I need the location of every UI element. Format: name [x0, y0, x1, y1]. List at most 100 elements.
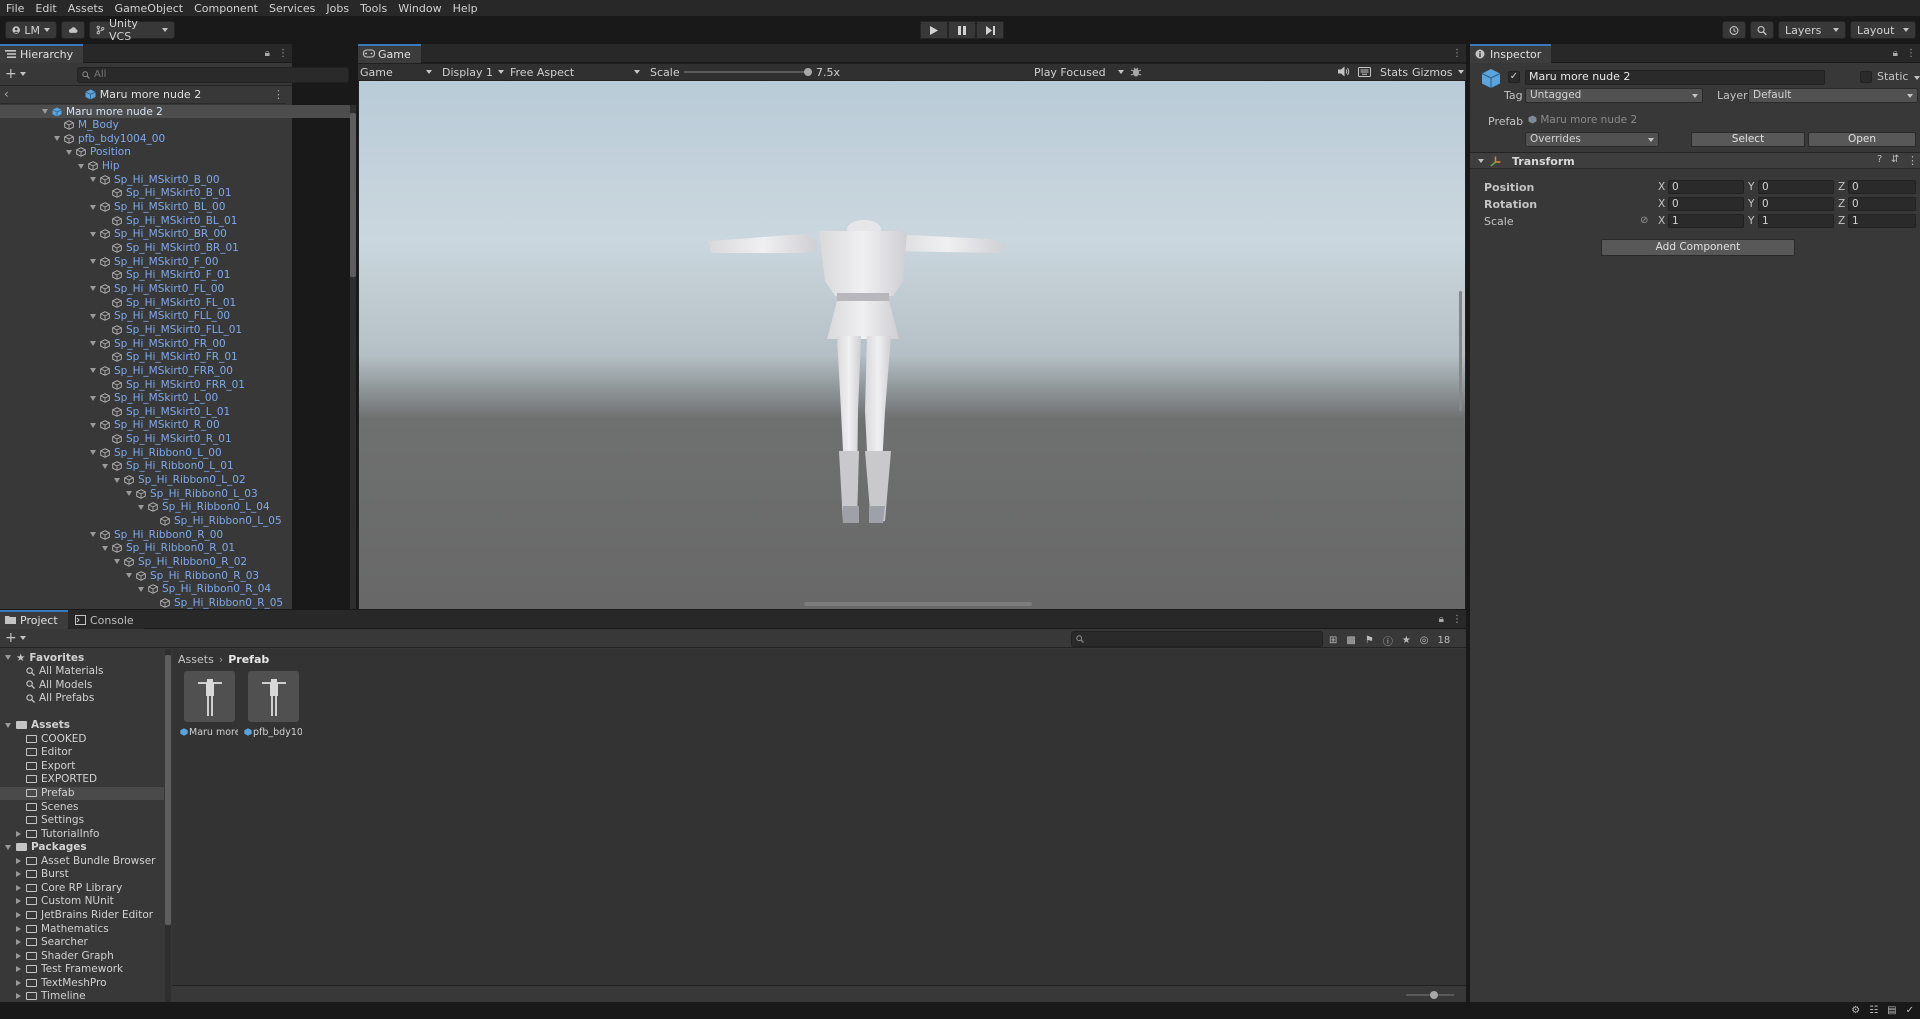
- search-button[interactable]: [1750, 21, 1774, 39]
- checkmark-icon[interactable]: ✓: [1906, 1005, 1914, 1016]
- bug-status-icon[interactable]: ⚙: [1851, 1005, 1860, 1016]
- favorite-star-icon[interactable]: ★: [1402, 635, 1411, 646]
- display-dropdown[interactable]: Display 1: [442, 64, 506, 80]
- thumbnail-size-handle[interactable]: [1430, 991, 1438, 999]
- label-filter-icon[interactable]: ⚑: [1365, 635, 1374, 646]
- network-icon[interactable]: ▤: [1887, 1005, 1896, 1016]
- mute-audio-button[interactable]: [1338, 66, 1350, 77]
- kebab-menu-icon[interactable]: ⋮: [1452, 48, 1462, 59]
- expand-arrow-icon[interactable]: [16, 952, 21, 959]
- project-tree-item[interactable]: All Prefabs: [0, 692, 164, 705]
- stats-button[interactable]: Stats: [1380, 66, 1408, 79]
- hierarchy-scrollbar[interactable]: [350, 105, 356, 609]
- scrollbar-thumb[interactable]: [350, 113, 356, 277]
- fold-arrow-icon[interactable]: [90, 231, 96, 237]
- play-button[interactable]: [920, 21, 948, 39]
- aspect-dropdown[interactable]: Free Aspect: [510, 64, 642, 80]
- fold-arrow-icon[interactable]: [126, 491, 132, 497]
- layout-dropdown[interactable]: Layout: [1850, 21, 1916, 39]
- project-tree-scrollbar[interactable]: [165, 649, 171, 1002]
- asset-item[interactable]: Maru more...: [180, 671, 238, 738]
- project-tree-item[interactable]: Asset Bundle Browser: [0, 854, 164, 867]
- scale-slider[interactable]: [684, 68, 812, 76]
- hierarchy-row[interactable]: Sp_Hi_MSkirt0_FR_01: [102, 351, 238, 364]
- menu-item-services[interactable]: Services: [269, 2, 315, 15]
- hierarchy-row[interactable]: Sp_Hi_Ribbon0_L_04: [138, 501, 270, 514]
- account-dropdown[interactable]: LM: [5, 21, 57, 39]
- hierarchy-row[interactable]: Sp_Hi_Ribbon0_R_00: [90, 528, 223, 541]
- hierarchy-row[interactable]: Sp_Hi_MSkirt0_L_00: [90, 392, 218, 405]
- hierarchy-row[interactable]: Sp_Hi_MSkirt0_R_00: [90, 419, 220, 432]
- project-tree-item[interactable]: All Materials: [0, 665, 164, 678]
- vcs-dropdown[interactable]: Unity VCS: [89, 17, 175, 43]
- expand-arrow-icon[interactable]: [16, 993, 21, 1000]
- breadcrumb-root[interactable]: Assets: [178, 653, 214, 666]
- transform-scale-z-field[interactable]: 1: [1848, 214, 1916, 228]
- viewport-scrollbar-v[interactable]: [1459, 291, 1462, 411]
- transform-rotation-z-field[interactable]: 0: [1848, 197, 1916, 211]
- fold-arrow-icon[interactable]: [90, 177, 96, 183]
- keyboard-button[interactable]: [1358, 67, 1371, 77]
- hierarchy-row[interactable]: Sp_Hi_MSkirt0_FL_01: [102, 296, 236, 309]
- project-tree-item[interactable]: EXPORTED: [0, 773, 164, 786]
- fold-arrow-icon[interactable]: [90, 204, 96, 210]
- fold-arrow-icon[interactable]: [102, 463, 108, 469]
- cloud-button[interactable]: [61, 21, 85, 39]
- project-tree-item[interactable]: COOKED: [0, 732, 164, 745]
- fold-arrow-icon[interactable]: [54, 136, 60, 142]
- hierarchy-row[interactable]: Sp_Hi_MSkirt0_B_01: [102, 187, 232, 200]
- kebab-menu-icon[interactable]: ⋮: [1452, 614, 1462, 625]
- transform-position-y-field[interactable]: 0: [1758, 180, 1834, 194]
- fold-arrow-icon[interactable]: [138, 586, 144, 592]
- hierarchy-row[interactable]: Sp_Hi_Ribbon0_R_04: [138, 583, 271, 596]
- project-tree-item[interactable]: Mathematics: [0, 922, 164, 935]
- tag-dropdown[interactable]: Untagged: [1525, 88, 1703, 103]
- fold-arrow-icon[interactable]: [114, 559, 120, 565]
- menu-item-edit[interactable]: Edit: [35, 2, 56, 15]
- fold-arrow-icon[interactable]: [78, 163, 84, 169]
- fold-arrow-icon[interactable]: [5, 655, 11, 660]
- project-tree-item[interactable]: JetBrains Rider Editor: [0, 908, 164, 921]
- hierarchy-row[interactable]: Sp_Hi_Ribbon0_R_02: [114, 555, 247, 568]
- fold-arrow-icon[interactable]: [90, 532, 96, 538]
- hierarchy-row[interactable]: Sp_Hi_MSkirt0_BR_01: [102, 242, 239, 255]
- project-tree-item[interactable]: Shader Graph: [0, 949, 164, 962]
- hierarchy-row[interactable]: M_Body: [54, 119, 119, 132]
- create-asset-button[interactable]: +: [5, 631, 26, 645]
- project-tree-item[interactable]: Core RP Library: [0, 881, 164, 894]
- hierarchy-row[interactable]: Sp_Hi_Ribbon0_L_03: [126, 487, 258, 500]
- hierarchy-row[interactable]: Sp_Hi_Ribbon0_L_02: [114, 474, 246, 487]
- transform-scale-y-field[interactable]: 1: [1758, 214, 1834, 228]
- transform-position-z-field[interactable]: 0: [1848, 180, 1916, 194]
- menu-item-assets[interactable]: Assets: [68, 2, 104, 15]
- expand-arrow-icon[interactable]: [16, 898, 21, 905]
- project-tree-item[interactable]: Scenes: [0, 800, 164, 813]
- scrollbar-thumb[interactable]: [165, 655, 171, 925]
- object-name-field[interactable]: Maru more nude 2: [1525, 70, 1825, 85]
- undo-history-button[interactable]: [1722, 21, 1746, 39]
- hierarchy-row[interactable]: Sp_Hi_MSkirt0_F_00: [90, 255, 218, 268]
- fold-arrow-icon[interactable]: [66, 149, 72, 155]
- menu-item-help[interactable]: Help: [453, 2, 478, 15]
- hierarchy-row[interactable]: Sp_Hi_MSkirt0_FLL_00: [90, 310, 230, 323]
- hierarchy-row[interactable]: Sp_Hi_MSkirt0_R_01: [102, 433, 232, 446]
- fold-arrow-icon[interactable]: [42, 109, 48, 114]
- tab-project[interactable]: Project: [0, 610, 68, 629]
- hierarchy-row[interactable]: Sp_Hi_MSkirt0_BL_00: [90, 201, 225, 214]
- expand-arrow-icon[interactable]: [16, 830, 21, 837]
- project-tree-item[interactable]: Custom NUnit: [0, 895, 164, 908]
- hierarchy-row[interactable]: Sp_Hi_Ribbon0_R_05: [150, 596, 283, 609]
- menu-item-file[interactable]: File: [6, 2, 24, 15]
- tab-hierarchy[interactable]: Hierarchy: [0, 44, 84, 63]
- tab-game[interactable]: Game: [358, 44, 421, 63]
- expand-arrow-icon[interactable]: [16, 939, 21, 946]
- static-checkbox[interactable]: [1860, 71, 1872, 83]
- project-tree-item[interactable]: All Models: [0, 678, 164, 691]
- fold-arrow-icon[interactable]: [5, 722, 11, 728]
- project-tree-item[interactable]: Test Framework: [0, 963, 164, 976]
- layer-dropdown[interactable]: Default: [1748, 88, 1918, 103]
- expand-arrow-icon[interactable]: [16, 911, 21, 918]
- pause-button[interactable]: [948, 21, 976, 39]
- game-viewport[interactable]: [359, 81, 1465, 609]
- game-mode-dropdown[interactable]: Game: [360, 64, 434, 80]
